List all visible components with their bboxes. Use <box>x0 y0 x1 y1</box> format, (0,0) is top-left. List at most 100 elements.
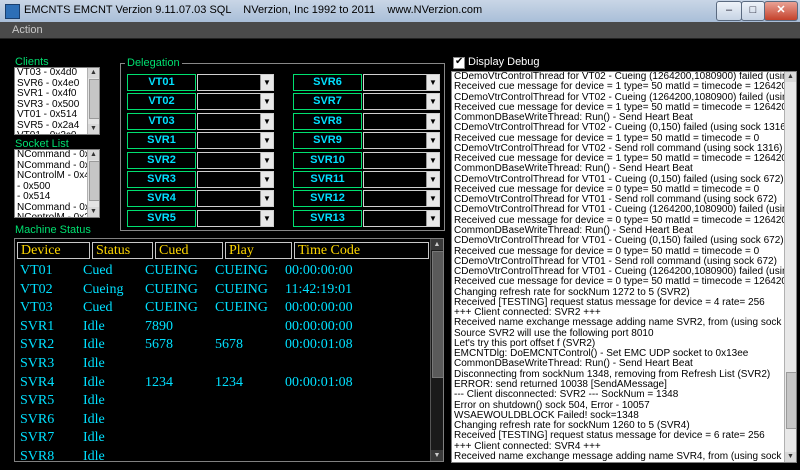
delegation-button-svr7[interactable]: SVR7 <box>293 93 362 111</box>
cell-status: Idle <box>83 318 105 334</box>
debug-log-line: --- Client disconnected: SVR2 --- SockNu… <box>454 389 679 401</box>
scroll-up-icon[interactable]: ▲ <box>88 150 99 160</box>
cell-cued: 7890 <box>145 318 173 334</box>
delegation-select[interactable]: ▼ <box>197 171 274 188</box>
cell-status: Idle <box>83 374 105 390</box>
chevron-down-icon[interactable]: ▼ <box>426 191 439 207</box>
header-status: Status <box>92 242 153 259</box>
cell-cued: CUEING <box>145 281 198 297</box>
delegation-select[interactable]: ▼ <box>363 171 440 188</box>
cell-cued: CUEING <box>145 300 198 316</box>
delegation-button-svr11[interactable]: SVR11 <box>293 171 362 188</box>
delegation-button-svr9[interactable]: SVR9 <box>293 132 362 150</box>
cell-cued: 1234 <box>145 374 173 390</box>
chevron-down-icon[interactable]: ▼ <box>426 210 439 226</box>
clients-list[interactable]: VT03 - 0x4d0 SVR6 - 0x4e0 SVR1 - 0x4f0 SVR3… <box>14 67 100 135</box>
delegation-button-svr6[interactable]: SVR6 <box>293 74 362 91</box>
delegation-select[interactable]: ▼ <box>363 93 440 111</box>
chevron-down-icon[interactable]: ▼ <box>260 152 273 168</box>
debug-lines: CDemoVtrControlThread for VT02 - Cueing … <box>452 72 796 462</box>
cell-time-code: 00:00:01:08 <box>285 337 353 353</box>
cell-play: CUEING <box>215 300 268 316</box>
minimize-button[interactable]: – <box>716 1 742 21</box>
chevron-down-icon[interactable]: ▼ <box>426 133 439 149</box>
cell-time-code: 00:00:00:00 <box>285 318 353 334</box>
chevron-down-icon[interactable]: ▼ <box>260 172 273 187</box>
chevron-down-icon[interactable]: ▼ <box>260 94 273 110</box>
delegation-select[interactable]: ▼ <box>363 190 440 208</box>
delegation-button-svr2[interactable]: SVR2 <box>127 151 196 169</box>
clients-scrollbar[interactable]: ▲ ▼ <box>87 68 99 134</box>
status-scrollbar[interactable]: ▲ ▼ <box>430 239 443 461</box>
chevron-down-icon[interactable]: ▼ <box>260 191 273 207</box>
scroll-down-icon[interactable]: ▼ <box>785 452 796 462</box>
delegation-select[interactable]: ▼ <box>363 132 440 150</box>
delegation-button-svr5[interactable]: SVR5 <box>127 209 196 227</box>
delegation-button-vt02[interactable]: VT02 <box>127 93 196 111</box>
delegation-select[interactable]: ▼ <box>197 132 274 150</box>
debug-log[interactable]: CDemoVtrControlThread for VT02 - Cueing … <box>451 71 797 463</box>
chevron-down-icon[interactable]: ▼ <box>260 133 273 149</box>
cell-play: CUEING <box>215 281 268 297</box>
maximize-button[interactable]: □ <box>741 1 765 21</box>
delegation-select[interactable]: ▼ <box>197 151 274 169</box>
chevron-down-icon[interactable]: ▼ <box>426 172 439 187</box>
cell-status: Idle <box>83 393 105 409</box>
scroll-thumb[interactable] <box>89 161 99 201</box>
scroll-up-icon[interactable]: ▲ <box>431 239 443 250</box>
delegation-button-vt01[interactable]: VT01 <box>127 74 196 91</box>
cell-time-code: 11:42:19:01 <box>285 281 353 297</box>
header-device: Device <box>17 242 90 259</box>
display-debug-label: Display Debug <box>468 56 540 68</box>
scroll-thumb[interactable] <box>786 372 796 429</box>
chevron-down-icon[interactable]: ▼ <box>260 75 273 90</box>
delegation-button-svr12[interactable]: SVR12 <box>293 190 362 208</box>
chevron-down-icon[interactable]: ▼ <box>426 94 439 110</box>
delegation-select[interactable]: ▼ <box>197 93 274 111</box>
delegation-select[interactable]: ▼ <box>197 112 274 130</box>
chevron-down-icon[interactable]: ▼ <box>260 113 273 129</box>
debug-log-line: Received cue message for device = 1 type… <box>454 81 793 93</box>
debug-scrollbar[interactable]: ▲ ▼ <box>784 72 796 462</box>
chevron-down-icon[interactable]: ▼ <box>426 113 439 129</box>
debug-log-line: CDemoVtrControlThread for VT01 - Cueing … <box>454 235 784 247</box>
delegation-select[interactable]: ▼ <box>197 190 274 208</box>
delegation-select[interactable]: ▼ <box>197 74 274 91</box>
socket-scrollbar[interactable]: ▲ ▼ <box>87 150 99 217</box>
app-icon <box>5 4 20 19</box>
delegation-select[interactable]: ▼ <box>363 151 440 169</box>
scroll-thumb[interactable] <box>89 79 99 119</box>
machine-status-table: Device Status Cued Play Time Code VT01 Cu… <box>14 238 444 462</box>
delegation-select[interactable]: ▼ <box>363 74 440 91</box>
cell-time-code: 00:00:01:08 <box>285 374 353 390</box>
scroll-up-icon[interactable]: ▲ <box>785 72 796 82</box>
socket-list[interactable]: NCommand - 0x4c NCommand - 0x4e NControlM … <box>14 149 100 218</box>
checkmark-icon: ✔ <box>455 56 464 67</box>
delegation-button-vt03[interactable]: VT03 <box>127 112 196 130</box>
delegation-select[interactable]: ▼ <box>197 209 274 227</box>
cell-status: Idle <box>83 356 105 371</box>
cell-device: SVR6 <box>20 411 55 427</box>
delegation-button-svr1[interactable]: SVR1 <box>127 132 196 150</box>
chevron-down-icon[interactable]: ▼ <box>260 210 273 226</box>
chevron-down-icon[interactable]: ▼ <box>426 75 439 90</box>
delegation-button-svr3[interactable]: SVR3 <box>127 171 196 188</box>
display-debug-checkbox[interactable]: ✔ <box>453 56 465 69</box>
scroll-down-icon[interactable]: ▼ <box>88 124 99 134</box>
delegation-select[interactable]: ▼ <box>363 112 440 130</box>
delegation-button-svr13[interactable]: SVR13 <box>293 209 362 227</box>
cell-device: SVR8 <box>20 449 55 462</box>
chevron-down-icon[interactable]: ▼ <box>426 152 439 168</box>
cell-device: SVR5 <box>20 393 55 409</box>
cell-status: Cued <box>83 300 113 316</box>
close-button[interactable]: ✕ <box>764 1 798 21</box>
scroll-thumb[interactable] <box>432 251 443 378</box>
delegation-button-svr8[interactable]: SVR8 <box>293 112 362 130</box>
menu-action[interactable]: Action <box>12 24 43 36</box>
delegation-select[interactable]: ▼ <box>363 209 440 227</box>
scroll-down-icon[interactable]: ▼ <box>431 450 443 461</box>
scroll-up-icon[interactable]: ▲ <box>88 68 99 78</box>
scroll-down-icon[interactable]: ▼ <box>88 207 99 217</box>
delegation-button-svr10[interactable]: SVR10 <box>293 151 362 169</box>
delegation-button-svr4[interactable]: SVR4 <box>127 190 196 208</box>
